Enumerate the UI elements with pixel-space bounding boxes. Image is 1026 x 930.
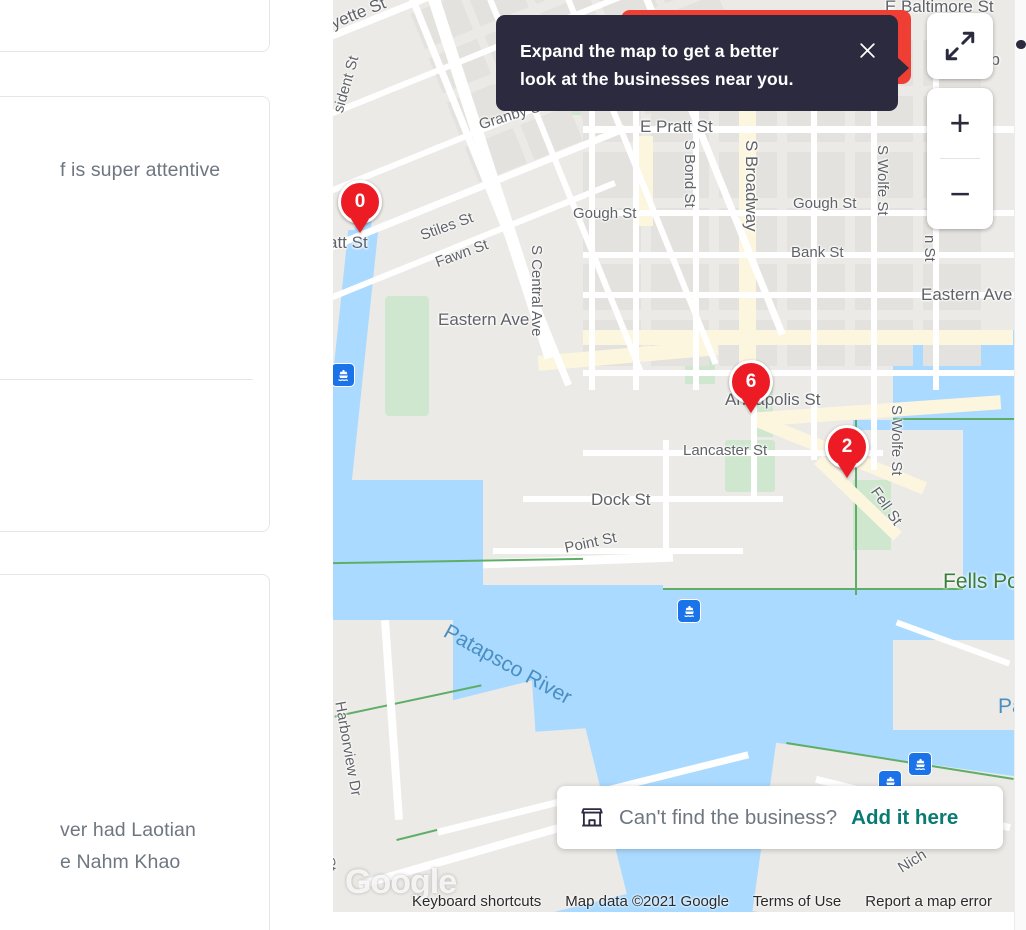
scrollbar-thumb[interactable] bbox=[1016, 40, 1026, 49]
map-search-page: f is super attentive ver had Laotian e N… bbox=[0, 0, 1026, 930]
map-result-pin[interactable]: 6 bbox=[729, 360, 773, 404]
attribution-background bbox=[333, 912, 1014, 930]
zoom-out-button[interactable]: − bbox=[927, 159, 993, 229]
zoom-controls: + − bbox=[927, 88, 993, 229]
zoom-in-button[interactable]: + bbox=[927, 88, 993, 158]
terms-of-use-link[interactable]: Terms of Use bbox=[741, 893, 853, 910]
ferry-terminal-icon[interactable] bbox=[908, 752, 932, 776]
expand-map-button[interactable] bbox=[927, 13, 993, 79]
add-business-link[interactable]: Add it here bbox=[851, 806, 958, 830]
pin-count-label: 0 bbox=[354, 191, 366, 212]
close-icon[interactable] bbox=[854, 37, 880, 63]
add-business-bar[interactable]: Can't find the business? Add it here bbox=[557, 786, 1003, 849]
tooltip-message: Expand the map to get a better look at t… bbox=[520, 41, 794, 89]
page-scrollbar[interactable] bbox=[1014, 0, 1026, 930]
add-business-prompt: Can't find the business? bbox=[619, 805, 838, 829]
review-card[interactable] bbox=[0, 0, 270, 52]
storefront-icon bbox=[579, 805, 605, 831]
keyboard-shortcuts-label[interactable]: Keyboard shortcuts bbox=[400, 893, 553, 910]
expand-arrows-icon bbox=[945, 31, 975, 61]
pin-count-label: 6 bbox=[745, 371, 757, 392]
expand-map-tooltip: Expand the map to get a better look at t… bbox=[496, 15, 909, 111]
pin-count-label: 2 bbox=[841, 436, 853, 457]
map-result-pin[interactable]: 2 bbox=[825, 425, 869, 469]
map-data-label: Map data ©2021 Google bbox=[565, 893, 729, 910]
map-result-pin[interactable]: 0 bbox=[338, 180, 382, 224]
map-container[interactable]: yette St sident St Granby St E Pratt St E Ba… bbox=[333, 0, 1014, 930]
card-divider bbox=[0, 379, 253, 380]
report-map-error-link[interactable]: Report a map error bbox=[853, 893, 1004, 910]
ferry-terminal-icon[interactable] bbox=[333, 363, 355, 387]
review-snippet-text: ver had Laotian e Nahm Khao bbox=[60, 819, 196, 873]
ferry-terminal-icon[interactable] bbox=[677, 599, 701, 623]
review-snippet-text: f is super attentive bbox=[60, 159, 221, 181]
map-attribution: Keyboard shortcuts Map data ©2021 Google… bbox=[333, 893, 1014, 910]
reviews-panel: f is super attentive ver had Laotian e N… bbox=[0, 0, 333, 930]
